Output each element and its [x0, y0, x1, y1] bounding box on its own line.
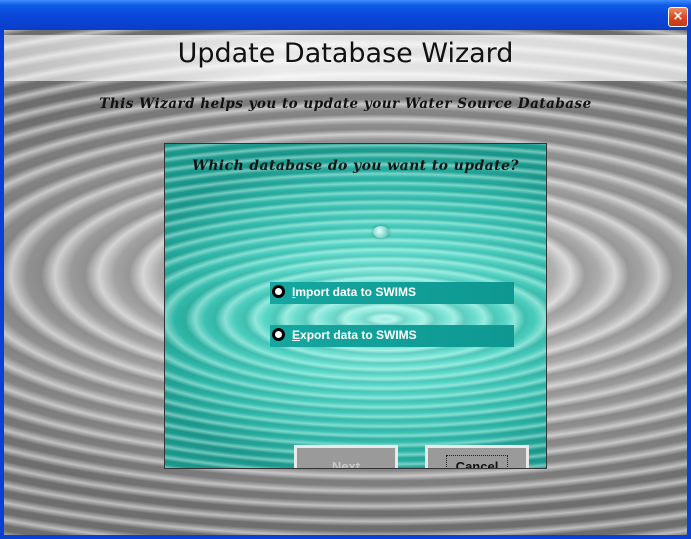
- export-option-label: Export data to SWIMS: [292, 328, 417, 342]
- export-radio[interactable]: [273, 329, 284, 340]
- wizard-window: × Update Database Wizard This Wizard hel…: [0, 0, 691, 539]
- page-subtitle: This Wizard helps you to update your Wat…: [99, 96, 592, 112]
- import-option[interactable]: Import data to SWIMS: [270, 282, 514, 304]
- water-drop-graphic: [373, 226, 389, 238]
- panel-question: Which database do you want to update?: [192, 158, 519, 174]
- import-option-label: Import data to SWIMS: [292, 285, 417, 299]
- import-radio[interactable]: [273, 286, 284, 297]
- selection-panel: Which database do you want to update? Im…: [164, 143, 547, 469]
- next-button[interactable]: Next: [294, 445, 398, 468]
- title-bar: ×: [0, 0, 691, 30]
- export-option[interactable]: Export data to SWIMS: [270, 325, 514, 347]
- cancel-button[interactable]: Cancel: [425, 445, 529, 468]
- page-title: Update Database Wizard: [177, 38, 514, 69]
- wizard-client-area: Update Database Wizard This Wizard helps…: [4, 30, 687, 535]
- close-button[interactable]: ×: [668, 7, 688, 27]
- focus-rectangle: [446, 455, 508, 468]
